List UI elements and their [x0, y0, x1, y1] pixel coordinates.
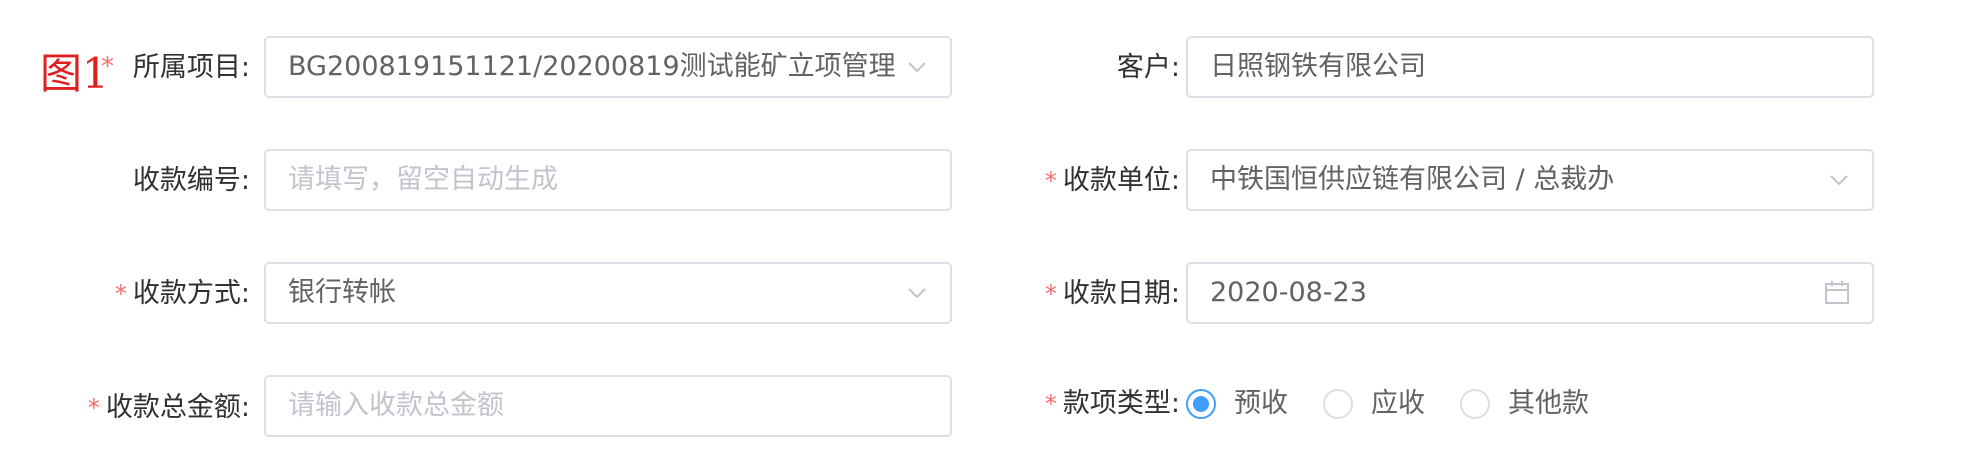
chevron-down-icon[interactable]: [906, 56, 928, 78]
project-value: BG200819151121/20200819测试能矿立项管理: [288, 51, 896, 82]
calendar-icon[interactable]: [1824, 280, 1850, 306]
receiving-unit-value: 中铁国恒供应链有限公司 / 总裁办: [1210, 164, 1615, 195]
customer-label: 客户:: [1116, 52, 1180, 83]
project-label-text: 所属项目: [132, 52, 241, 83]
radio-unchecked-icon[interactable]: [1460, 389, 1490, 419]
project-label: 所属项目:: [132, 52, 250, 83]
required-asterisk: *: [87, 394, 100, 422]
customer-label-text: 客户: [1116, 52, 1171, 83]
receipt-date-value: 2020-08-23: [1210, 277, 1367, 308]
required-asterisk: *: [114, 280, 127, 308]
receipt-no-label: 收款编号:: [132, 165, 250, 196]
required-asterisk: *: [1044, 167, 1057, 195]
receiving-unit-label-text: 收款单位: [1062, 165, 1171, 196]
chevron-down-icon[interactable]: [906, 282, 928, 304]
total-amount-input[interactable]: 请输入收款总金额: [264, 375, 952, 437]
receipt-no-input[interactable]: 请填写，留空自动生成: [264, 149, 952, 211]
customer-field[interactable]: 日照钢铁有限公司: [1186, 36, 1874, 98]
radio-label: 应收: [1371, 388, 1425, 419]
radio-label: 预收: [1234, 388, 1288, 419]
receiving-unit-select[interactable]: 中铁国恒供应链有限公司 / 总裁办: [1186, 149, 1874, 211]
receipt-date-label-text: 收款日期: [1062, 278, 1171, 309]
payment-type-label: * 款项类型:: [1044, 388, 1180, 419]
payment-type-label-text: 款项类型: [1062, 388, 1171, 419]
receiving-unit-label: * 收款单位:: [1044, 165, 1180, 196]
radio-unchecked-icon[interactable]: [1323, 389, 1353, 419]
receipt-date-label: * 收款日期:: [1044, 278, 1180, 309]
required-asterisk: *: [101, 52, 114, 82]
receipt-date-picker[interactable]: 2020-08-23: [1186, 262, 1874, 324]
payment-method-select[interactable]: 银行转帐: [264, 262, 952, 324]
radio-checked-icon[interactable]: [1186, 389, 1216, 419]
receipt-no-placeholder: 请填写，留空自动生成: [288, 164, 558, 195]
customer-value: 日照钢铁有限公司: [1210, 51, 1426, 82]
required-asterisk: *: [1044, 280, 1057, 308]
required-asterisk: *: [1044, 390, 1057, 418]
radio-label: 其他款: [1508, 388, 1589, 419]
total-amount-label: * 收款总金额:: [87, 392, 250, 423]
chevron-down-icon[interactable]: [1828, 169, 1850, 191]
payment-method-label-text: 收款方式: [132, 278, 241, 309]
total-amount-placeholder: 请输入收款总金额: [288, 390, 504, 421]
payment-method-value: 银行转帐: [288, 277, 396, 308]
payment-method-label: * 收款方式:: [114, 278, 250, 309]
project-select[interactable]: BG200819151121/20200819测试能矿立项管理: [264, 36, 952, 98]
receipt-no-label-text: 收款编号: [132, 165, 241, 196]
total-amount-label-text: 收款总金额: [105, 392, 241, 423]
figure-label: 图1: [40, 49, 109, 98]
